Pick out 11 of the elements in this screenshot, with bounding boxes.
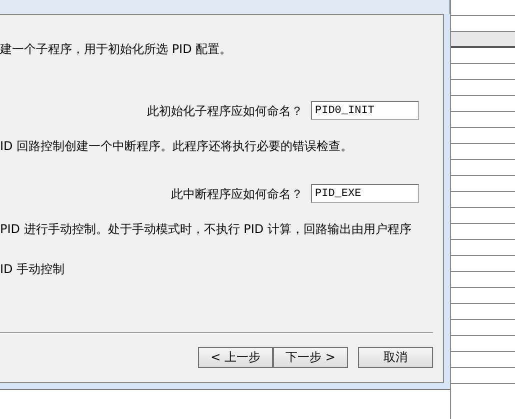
description-text: 建一个子程序，用于初始化所选 PID 配置。	[0, 42, 232, 56]
description-text: ID 手动控制	[0, 262, 65, 276]
back-button[interactable]: < 上一步	[198, 347, 273, 368]
field-label: 此初始化子程序应如何命名？	[147, 102, 303, 120]
next-button[interactable]: 下一步 >	[273, 347, 348, 368]
name-field[interactable]: PID0_INIT	[311, 101, 419, 120]
description-text: ID 回路控制创建一个中断程序。此程序还将执行必要的错误检查。	[0, 139, 353, 153]
description-text: PID 进行手动控制。处于手动模式时，不执行 PID 计算，回路输出由用户程序	[0, 222, 412, 236]
cancel-button[interactable]: 取消	[358, 347, 433, 368]
name-field[interactable]: PID_EXE	[311, 184, 419, 203]
field-label: 此中断程序应如何命名？	[171, 186, 303, 202]
